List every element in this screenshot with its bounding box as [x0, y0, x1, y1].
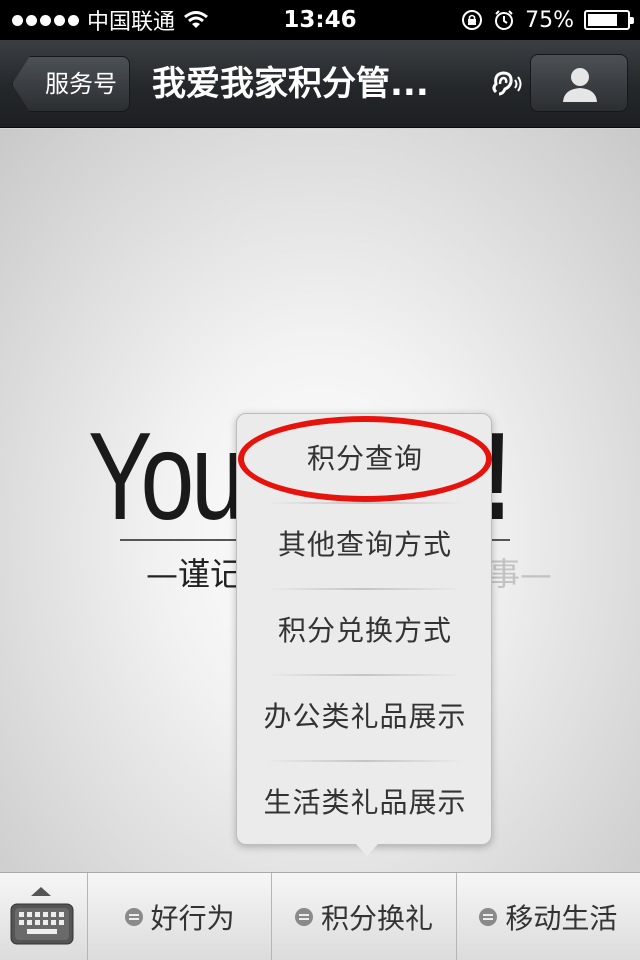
page-title: 我爱我家积分管... [152, 64, 429, 104]
tab-label: 积分换礼 [320, 902, 433, 935]
menu-icon [294, 908, 313, 926]
chevron-up-icon [31, 887, 51, 896]
ear-speaker-icon[interactable] [488, 66, 524, 102]
status-right: 75% [461, 0, 634, 40]
nav-bar: 服务号 我爱我家积分管... [0, 40, 640, 128]
battery-percent: 75% [525, 7, 574, 33]
menu-icon [124, 908, 143, 926]
tab-good-behavior[interactable]: 好行为 [88, 873, 273, 960]
menu-item-office-gifts[interactable]: 办公类礼品展示 [237, 674, 493, 760]
profile-button[interactable] [530, 54, 628, 112]
battery-level [588, 14, 617, 26]
status-bar: 中国联通 13:46 75% [0, 0, 640, 40]
logo-text: You [88, 408, 245, 546]
tab-points-gifts[interactable]: 积分换礼 [272, 873, 457, 960]
battery-icon [584, 10, 634, 30]
popup-pointer [356, 844, 378, 856]
menu-item-points-redeem[interactable]: 积分兑换方式 [237, 588, 493, 674]
keyboard-icon [10, 903, 74, 945]
menu-item-life-gifts[interactable]: 生活类礼品展示 [237, 760, 493, 846]
tab-mobile-life[interactable]: 移动生活 [457, 873, 640, 960]
tab-label: 好行为 [150, 902, 235, 935]
menu-icon [479, 908, 498, 926]
slogan-left: —谨记 [146, 555, 243, 593]
rotation-lock-icon [462, 10, 483, 30]
menu-item-other-query[interactable]: 其他查询方式 [237, 502, 493, 588]
alarm-icon [495, 10, 514, 30]
tab-label: 移动生活 [505, 902, 618, 935]
back-button[interactable]: 服务号 [12, 56, 130, 112]
bottom-menu-bar: 好行为 积分换礼 移动生活 [0, 872, 640, 960]
keyboard-toggle-button[interactable] [0, 873, 88, 960]
highlight-circle-annotation [238, 416, 492, 502]
person-icon [563, 68, 597, 102]
back-button-label: 服务号 [45, 70, 117, 98]
